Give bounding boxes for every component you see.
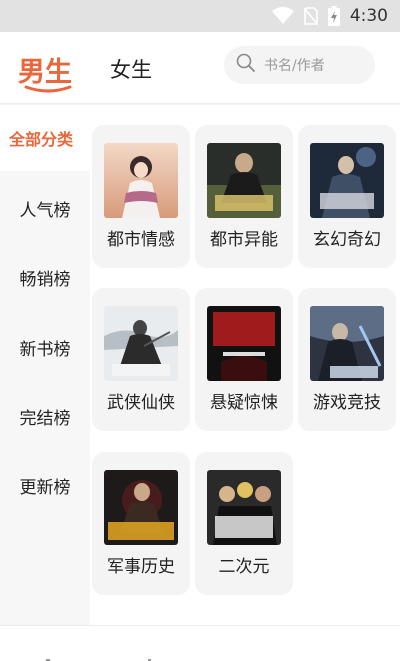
tab-female[interactable]: 女生 — [110, 54, 152, 84]
category-card-urban-romance[interactable]: 都市情感 — [92, 125, 190, 268]
category-label: 游戏竞技 — [313, 393, 381, 413]
book-cover — [104, 470, 178, 545]
category-label: 都市异能 — [210, 230, 278, 250]
search-icon — [236, 53, 256, 77]
category-card-suspense[interactable]: 悬疑惊悚 — [195, 288, 293, 431]
tab-active-smile-indicator — [24, 85, 72, 93]
sidebar-item-all[interactable]: 全部分类 — [0, 105, 90, 171]
search-input[interactable]: 书名/作者 — [224, 46, 375, 84]
no-sim-icon — [303, 7, 318, 25]
search-placeholder: 书名/作者 — [264, 58, 325, 74]
battery-charging-icon — [327, 6, 340, 26]
category-label: 武侠仙侠 — [107, 393, 175, 413]
category-card-gaming[interactable]: 游戏竞技 — [298, 288, 396, 431]
sidebar-item-popular[interactable]: 人气榜 — [0, 175, 90, 241]
category-card-urban-supernatural[interactable]: 都市异能 — [195, 125, 293, 268]
book-cover — [104, 143, 178, 218]
book-cover — [310, 306, 384, 381]
sidebar-item-new[interactable]: 新书榜 — [0, 314, 90, 380]
profile-icon[interactable] — [340, 653, 356, 661]
category-card-wuxia[interactable]: 武侠仙侠 — [92, 288, 190, 431]
tab-male[interactable]: 男生 — [18, 50, 72, 89]
category-label: 军事历史 — [107, 557, 175, 577]
category-label: 玄幻奇幻 — [313, 230, 381, 250]
category-label: 二次元 — [218, 557, 270, 577]
book-cover — [207, 470, 281, 545]
category-card-military-history[interactable]: 军事历史 — [92, 452, 190, 595]
status-bar: 4:30 — [0, 0, 400, 32]
bookshelf-icon[interactable] — [42, 653, 54, 661]
category-card-fantasy[interactable]: 玄幻奇幻 — [298, 125, 396, 268]
library-icon[interactable] — [139, 653, 161, 661]
header: 男生 女生 书名/作者 — [0, 32, 400, 104]
status-time: 4:30 — [349, 6, 388, 26]
category-label: 悬疑惊悚 — [210, 393, 278, 413]
category-card-anime[interactable]: 二次元 — [195, 452, 293, 595]
sidebar-item-finished[interactable]: 完结榜 — [0, 383, 90, 449]
book-cover — [310, 143, 384, 218]
store-icon[interactable] — [240, 653, 264, 661]
category-sidebar: 全部分类 人气榜 畅销榜 新书榜 完结榜 更新榜 — [0, 105, 90, 625]
bottom-nav-bar — [0, 625, 400, 661]
wifi-icon — [271, 7, 294, 25]
book-cover — [104, 306, 178, 381]
book-cover — [207, 143, 281, 218]
book-cover — [207, 306, 281, 381]
category-label: 都市情感 — [107, 230, 175, 250]
category-grid: 都市情感 都市异能 玄幻奇幻 武侠仙侠 悬疑惊悚 游戏竞技 军事历史 二次元 — [90, 105, 400, 625]
sidebar-item-updated[interactable]: 更新榜 — [0, 452, 90, 518]
sidebar-item-bestseller[interactable]: 畅销榜 — [0, 244, 90, 310]
